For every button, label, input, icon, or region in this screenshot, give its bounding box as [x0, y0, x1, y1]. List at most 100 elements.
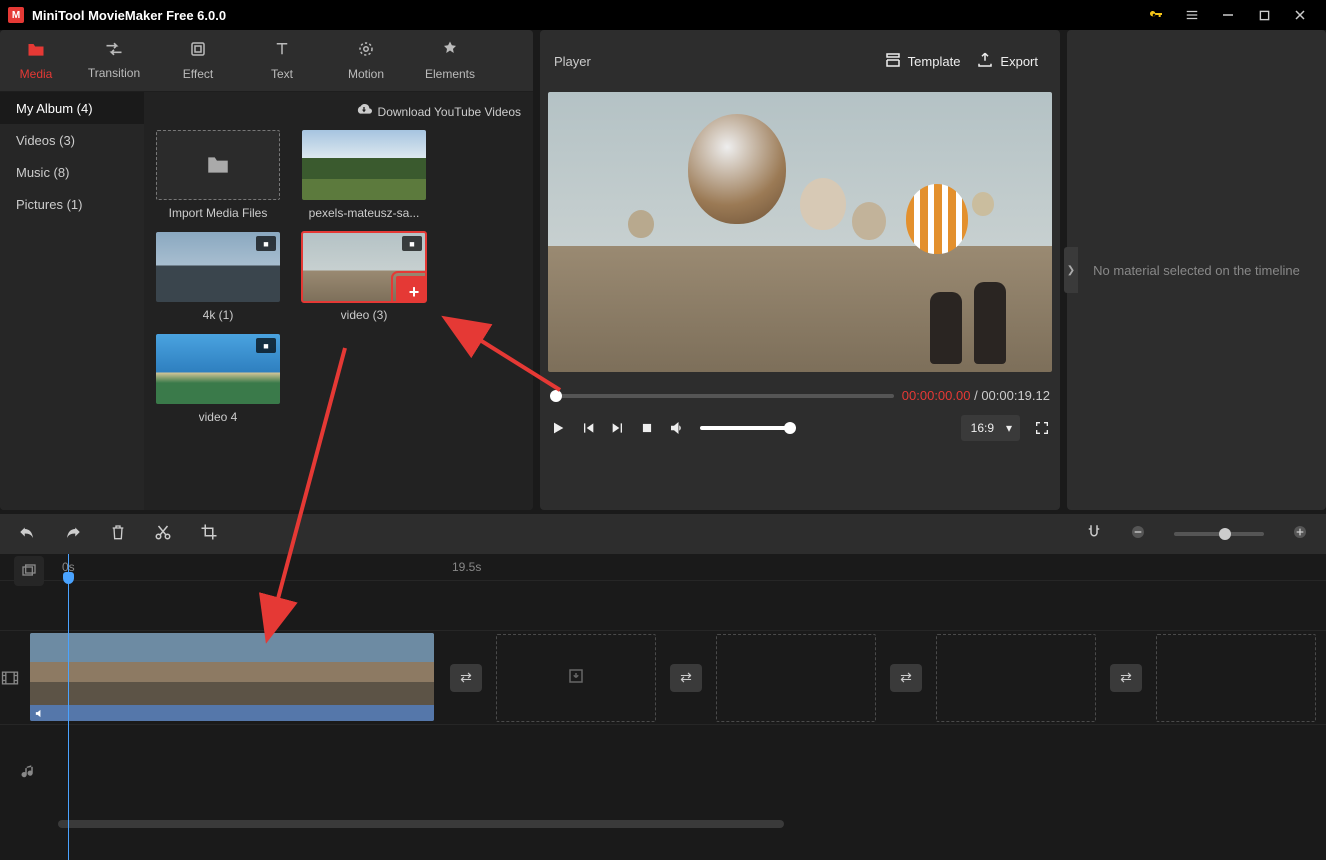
stop-button[interactable] — [640, 421, 654, 435]
time-current: 00:00:00.00 — [902, 388, 971, 403]
transition-slot-button[interactable]: ⇄ — [890, 664, 922, 692]
thumb-image: ■ — [156, 334, 280, 404]
effect-icon — [189, 40, 207, 63]
tab-motion[interactable]: Motion — [324, 30, 408, 91]
zoom-out-button[interactable] — [1130, 524, 1146, 545]
library-pane: Media Transition Effect — [0, 30, 533, 510]
app-logo-icon: M — [8, 7, 24, 23]
download-icon — [356, 104, 372, 121]
timeline-scrollbar[interactable] — [0, 818, 1326, 830]
aspect-label: 16:9 — [971, 421, 994, 435]
empty-clip-slot[interactable] — [1156, 634, 1316, 722]
elements-icon — [441, 40, 459, 63]
preview-viewport — [548, 92, 1052, 372]
download-link-label: Download YouTube Videos — [378, 105, 521, 119]
tab-label: Transition — [88, 66, 140, 80]
overlay-track[interactable] — [0, 580, 1326, 630]
tab-effect[interactable]: Effect — [156, 30, 240, 91]
sidebar-item-label: Music (8) — [16, 165, 69, 180]
add-to-timeline-button[interactable]: + — [396, 276, 426, 302]
thumb-label: video 4 — [199, 410, 238, 424]
media-thumb[interactable]: ■ video 4 — [156, 334, 280, 424]
sidebar-item-myalbum[interactable]: My Album (4) — [0, 92, 144, 124]
redo-button[interactable] — [64, 524, 82, 545]
snap-button[interactable] — [1086, 523, 1102, 546]
close-button[interactable] — [1282, 0, 1318, 30]
template-label: Template — [908, 54, 961, 69]
tab-transition[interactable]: Transition — [72, 30, 156, 91]
video-badge-icon: ■ — [256, 236, 276, 251]
empty-clip-slot[interactable] — [716, 634, 876, 722]
timeline-ruler[interactable]: 0s 19.5s — [0, 554, 1326, 580]
transition-slot-button[interactable]: ⇄ — [1110, 664, 1142, 692]
license-key-icon[interactable] — [1138, 0, 1174, 30]
export-button[interactable]: Export — [968, 47, 1046, 76]
video-badge-icon: ■ — [402, 236, 422, 251]
tab-elements[interactable]: Elements — [408, 30, 492, 91]
audio-track[interactable] — [0, 724, 1326, 818]
empty-clip-slot[interactable] — [936, 634, 1096, 722]
timeline-clip[interactable] — [30, 633, 434, 721]
sidebar-item-label: Pictures (1) — [16, 197, 82, 212]
sidebar-item-videos[interactable]: Videos (3) — [0, 124, 144, 156]
split-button[interactable] — [154, 523, 172, 546]
transition-slot-button[interactable]: ⇄ — [670, 664, 702, 692]
no-selection-message: No material selected on the timeline — [1093, 263, 1300, 278]
thumb-label: pexels-mateusz-sa... — [309, 206, 420, 220]
tab-media[interactable]: Media — [0, 30, 72, 91]
import-media-tile[interactable]: Import Media Files — [156, 130, 280, 220]
app-title: MiniTool MovieMaker Free 6.0.0 — [32, 8, 226, 23]
next-frame-button[interactable] — [610, 420, 626, 436]
thumb-image: ■ + — [302, 232, 426, 302]
media-thumb-selected[interactable]: ■ + video (3) — [302, 232, 426, 322]
minimize-button[interactable] — [1210, 0, 1246, 30]
download-youtube-link[interactable]: Download YouTube Videos — [156, 100, 521, 124]
top-tabs: Media Transition Effect — [0, 30, 533, 92]
fullscreen-button[interactable] — [1034, 420, 1050, 436]
transition-slot-button[interactable]: ⇄ — [450, 664, 482, 692]
zoom-slider[interactable] — [1174, 532, 1264, 536]
titlebar: M MiniTool MovieMaker Free 6.0.0 — [0, 0, 1326, 30]
tab-label: Media — [20, 67, 53, 81]
aspect-ratio-select[interactable]: 16:9 — [961, 415, 1020, 441]
media-icon — [26, 40, 46, 63]
video-track-icon — [0, 669, 20, 687]
sidebar-item-pictures[interactable]: Pictures (1) — [0, 188, 144, 220]
zoom-in-button[interactable] — [1292, 524, 1308, 545]
volume-icon[interactable] — [668, 419, 686, 437]
empty-clip-slot[interactable] — [496, 634, 656, 722]
collapse-properties-button[interactable]: ❯ — [1064, 247, 1078, 293]
export-label: Export — [1000, 54, 1038, 69]
media-thumb[interactable]: pexels-mateusz-sa... — [302, 130, 426, 220]
zoom-handle[interactable] — [1219, 528, 1231, 540]
maximize-button[interactable] — [1246, 0, 1282, 30]
video-track[interactable]: ⇄ ⇄ ⇄ ⇄ — [0, 630, 1326, 724]
playhead[interactable] — [68, 554, 69, 860]
seek-bar[interactable] — [550, 394, 894, 398]
menu-icon[interactable] — [1174, 0, 1210, 30]
delete-button[interactable] — [110, 523, 126, 546]
library-nav: My Album (4) Videos (3) Music (8) Pictur… — [0, 92, 144, 510]
thumb-label: video (3) — [341, 308, 388, 322]
tab-label: Elements — [425, 67, 475, 81]
time-total: 00:00:19.12 — [981, 388, 1050, 403]
media-thumb[interactable]: ■ 4k (1) — [156, 232, 280, 322]
folder-icon — [156, 130, 280, 200]
volume-slider[interactable] — [700, 426, 790, 430]
template-button[interactable]: Template — [876, 47, 969, 76]
seek-handle[interactable] — [550, 390, 562, 402]
crop-button[interactable] — [200, 523, 218, 546]
tab-label: Text — [271, 67, 293, 81]
tab-label: Effect — [183, 67, 213, 81]
prev-frame-button[interactable] — [580, 420, 596, 436]
tab-text[interactable]: Text — [240, 30, 324, 91]
timeline-toolbar — [0, 514, 1326, 554]
timeline: 0s 19.5s ⇄ — [0, 554, 1326, 860]
player-pane: Player Template Export — [540, 30, 1060, 510]
sidebar-item-music[interactable]: Music (8) — [0, 156, 144, 188]
add-track-button[interactable] — [14, 556, 44, 586]
undo-button[interactable] — [18, 524, 36, 545]
template-icon — [884, 51, 902, 72]
thumb-image — [302, 130, 426, 200]
play-button[interactable] — [550, 420, 566, 436]
